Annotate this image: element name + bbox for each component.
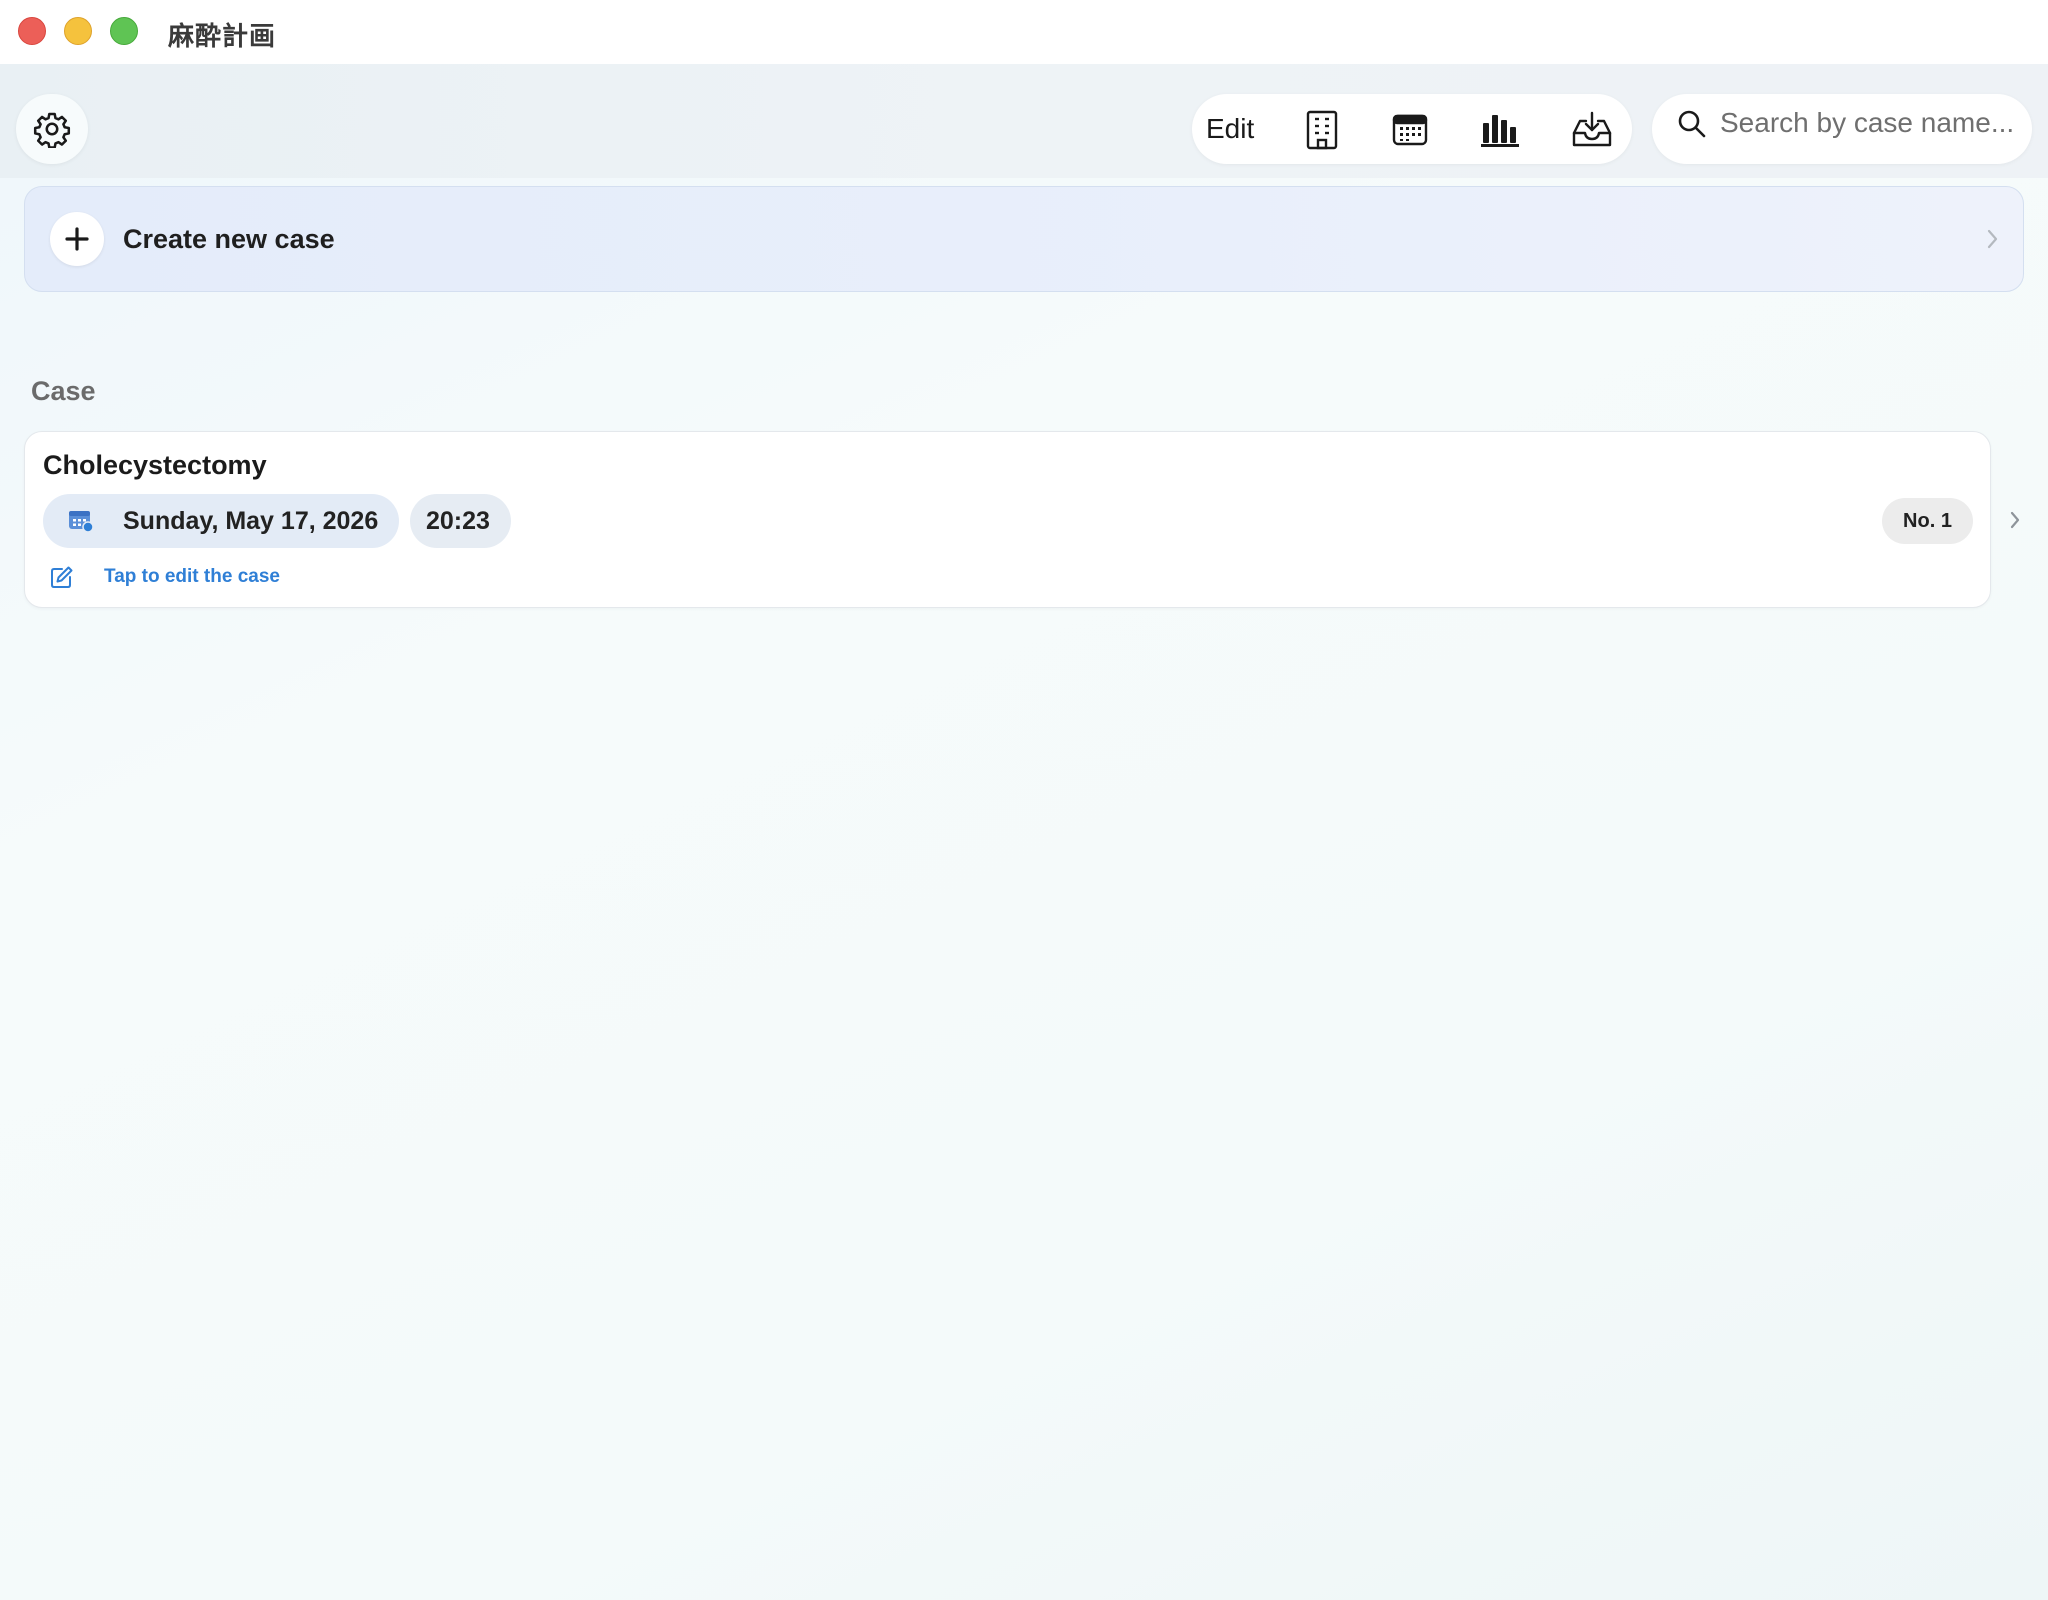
search-input[interactable] [1718,100,2022,146]
statistics-button[interactable] [1478,108,1522,152]
create-plus-button[interactable] [50,212,104,266]
building-icon [1306,110,1338,150]
window-maximize-button[interactable] [110,17,138,45]
search-icon [1678,110,1706,138]
window-title: 麻酔計画 [168,22,277,52]
case-number: No. 1 [1903,510,1952,532]
edit-square-icon[interactable] [49,564,75,590]
calendar-icon [1392,114,1428,146]
settings-button[interactable] [16,94,88,164]
hospital-button[interactable] [1300,108,1344,152]
case-date: Sunday, May 17, 2026 [123,507,379,535]
section-header-case: Case [31,376,96,406]
window-close-button[interactable] [18,17,46,45]
window-title-bar [0,0,2048,65]
plus-icon [65,227,89,251]
bar-chart-icon [1481,115,1519,147]
edit-case-link[interactable]: Tap to edit the case [104,564,280,590]
chevron-right-icon[interactable] [2006,508,2024,532]
case-time: 20:23 [426,507,490,535]
edit-button[interactable]: Edit [1206,110,1254,148]
import-button[interactable] [1570,108,1614,152]
calendar-badge-icon [69,511,94,533]
case-title: Cholecystectomy [43,450,267,480]
create-new-case-label: Create new case [123,224,335,254]
chevron-right-icon [1987,229,1998,249]
settings-gear-icon [33,112,71,148]
inbox-download-icon [1572,111,1612,147]
calendar-button[interactable] [1388,108,1432,152]
window-minimize-button[interactable] [64,17,92,45]
